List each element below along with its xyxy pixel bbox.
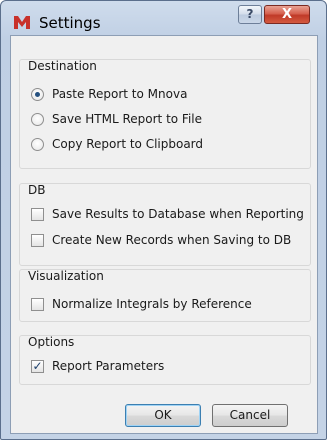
radio-label: Paste Report to Mnova: [52, 87, 188, 101]
help-icon: ?: [246, 7, 254, 21]
db-group: DB Save Results to Database when Reporti…: [19, 183, 311, 266]
help-button[interactable]: ?: [238, 5, 262, 24]
checkbox-label: Create New Records when Saving to DB: [52, 233, 292, 247]
radio-label: Save HTML Report to File: [52, 112, 203, 126]
close-icon: X: [281, 7, 293, 22]
checkbox-label: Report Parameters: [52, 359, 165, 373]
destination-group-title: Destination: [28, 59, 97, 73]
radio-button-selected[interactable]: [31, 88, 44, 101]
checkbox[interactable]: [31, 208, 44, 221]
options-group: Options ✓ Report Parameters: [19, 335, 311, 385]
radio-button[interactable]: [31, 138, 44, 151]
close-button[interactable]: X: [264, 5, 310, 24]
visualization-group-title: Visualization: [28, 269, 104, 283]
settings-dialog: Settings ? X Destination Paste Report to…: [0, 0, 327, 440]
title-bar[interactable]: Settings ? X: [1, 1, 326, 35]
window-title: Settings: [39, 14, 101, 32]
radio-label: Copy Report to Clipboard: [52, 137, 204, 151]
checkbox-checked[interactable]: ✓: [31, 360, 44, 373]
db-group-title: DB: [28, 183, 46, 197]
mnova-app-icon: [14, 16, 30, 29]
dialog-body: Destination Paste Report to Mnova Save H…: [10, 35, 318, 434]
checkbox-label: Save Results to Database when Reporting: [52, 207, 304, 221]
ok-button[interactable]: OK: [125, 404, 201, 427]
cancel-button[interactable]: Cancel: [212, 404, 288, 427]
visualization-group: Visualization Normalize Integrals by Ref…: [19, 269, 311, 322]
checkbox-label: Normalize Integrals by Reference: [52, 297, 252, 311]
checkbox[interactable]: [31, 234, 44, 247]
radio-button[interactable]: [31, 113, 44, 126]
checkbox[interactable]: [31, 298, 44, 311]
options-group-title: Options: [28, 335, 75, 349]
destination-group: Destination Paste Report to Mnova Save H…: [19, 59, 311, 169]
